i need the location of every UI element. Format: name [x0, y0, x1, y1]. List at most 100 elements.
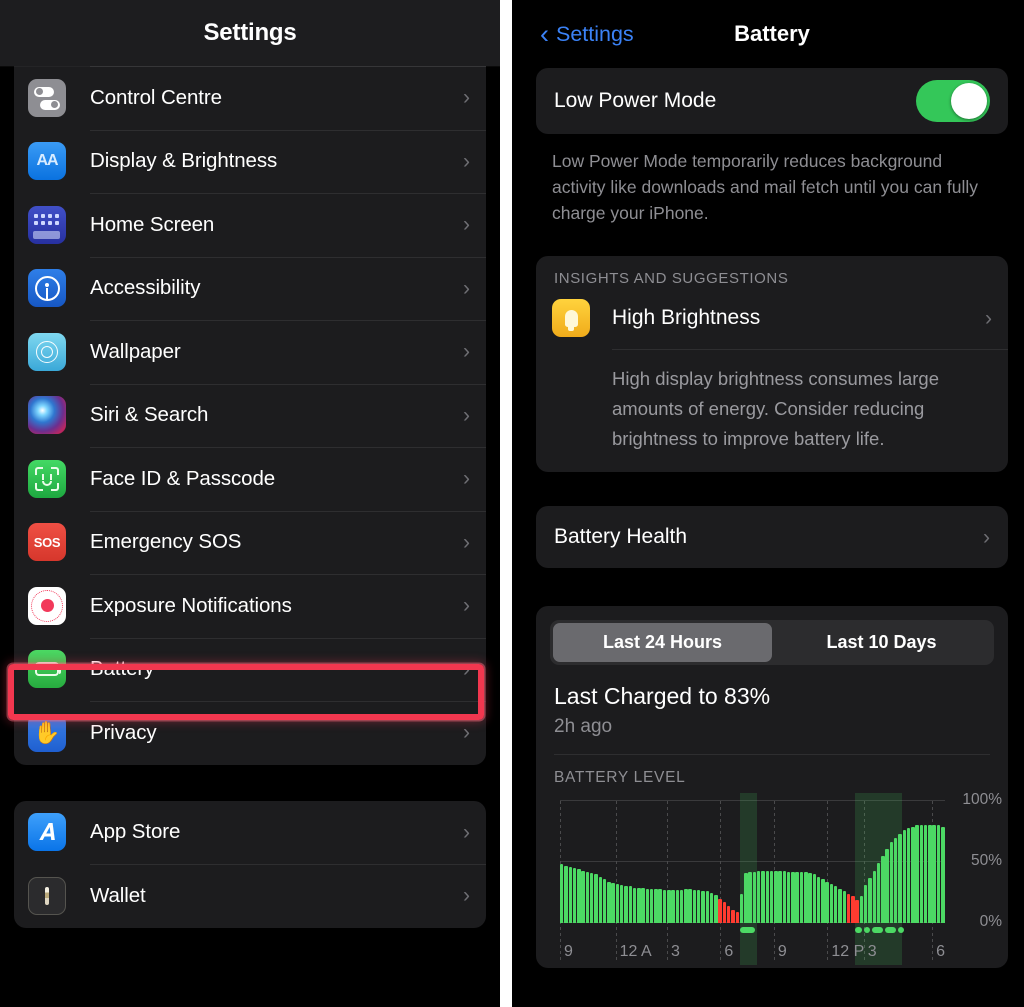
- chart-bar: [577, 869, 581, 923]
- segment-last-24-hours[interactable]: Last 24 Hours: [553, 623, 772, 662]
- chart-bar: [889, 842, 894, 923]
- sidebar-item-label: Privacy: [90, 720, 157, 744]
- chart-bar: [581, 870, 585, 923]
- chart-bar: [795, 871, 799, 923]
- back-button[interactable]: ‹ Settings: [540, 20, 634, 48]
- wallet-icon: [28, 876, 66, 915]
- battery-usage-card: Last 24 Hours Last 10 Days Last Charged …: [536, 606, 1008, 968]
- chart-bar: [851, 896, 855, 923]
- chart-x-axis-labels: 9 12 A 3 6 9 12 P36: [560, 943, 945, 965]
- sidebar-item-app-store[interactable]: 𝑨 App Store ›: [14, 801, 486, 865]
- chart-bar: [786, 871, 791, 923]
- chart-bar: [846, 893, 851, 923]
- face-id-icon: [28, 459, 66, 498]
- insight-high-brightness-row[interactable]: High Brightness ›: [536, 295, 1008, 349]
- chevron-right-icon: ›: [463, 530, 470, 554]
- chart-bar: [834, 886, 838, 923]
- low-power-mode-toggle[interactable]: [916, 80, 990, 122]
- sidebar-item-accessibility[interactable]: Accessibility ›: [14, 256, 486, 321]
- last-charged-title: Last Charged to 83%: [554, 683, 771, 709]
- chart-bar: [615, 883, 620, 923]
- chart-bar: [911, 826, 915, 923]
- chart-bar: [881, 855, 885, 923]
- chart-bar: [637, 887, 641, 923]
- chevron-right-icon: ›: [463, 340, 470, 364]
- sidebar-item-display-brightness[interactable]: AA Display & Brightness ›: [14, 129, 486, 194]
- chart-bar: [564, 865, 568, 923]
- usage-separator: [554, 754, 990, 755]
- segment-last-10-days[interactable]: Last 10 Days: [772, 623, 991, 662]
- chart-x-tick-label: 3: [867, 943, 877, 960]
- sidebar-item-emergency-sos[interactable]: SOS Emergency SOS ›: [14, 510, 486, 575]
- chart-plot-area: [560, 793, 945, 965]
- chart-bar: [589, 872, 594, 923]
- chart-bar: [645, 888, 650, 923]
- sidebar-item-label: Home Screen: [90, 212, 215, 236]
- sidebar-item-siri-search[interactable]: Siri & Search ›: [14, 383, 486, 448]
- chart-bar: [701, 891, 705, 923]
- sidebar-item-home-screen[interactable]: Home Screen ›: [14, 193, 486, 257]
- sidebar-item-exposure-notifications[interactable]: Exposure Notifications ›: [14, 574, 486, 638]
- chart-bar: [838, 888, 842, 923]
- settings-scroll-area[interactable]: Control Centre › AA Display & Brightness…: [0, 0, 500, 928]
- last-charged-subtitle: 2h ago: [554, 716, 613, 737]
- wallpaper-icon: [28, 332, 66, 371]
- chart-bar: [923, 825, 928, 923]
- chart-bar: [649, 888, 654, 923]
- chevron-right-icon: ›: [985, 306, 992, 330]
- chart-bar: [928, 825, 932, 923]
- chart-bar: [804, 871, 808, 923]
- low-power-mode-row[interactable]: Low Power Mode: [536, 68, 1008, 134]
- chart-x-tick-label: 6: [936, 943, 946, 960]
- battery-settings-screen: ‹ Settings Battery Low Power Mode Low Po…: [520, 0, 1024, 1007]
- chart-bar: [863, 885, 868, 923]
- chart-bar: [731, 909, 735, 923]
- chart-bar: [726, 905, 731, 923]
- sidebar-item-control-centre[interactable]: Control Centre ›: [14, 66, 486, 130]
- chart-charging-markers: [560, 927, 945, 934]
- sidebar-item-battery[interactable]: Battery ›: [14, 637, 486, 702]
- sidebar-item-label: Exposure Notifications: [90, 593, 292, 617]
- sidebar-item-privacy[interactable]: ✋ Privacy ›: [14, 701, 486, 765]
- back-button-label: Settings: [556, 21, 634, 46]
- control-centre-icon: [28, 78, 66, 117]
- chart-x-tick-label: 9: [564, 943, 573, 960]
- low-power-mode-label: Low Power Mode: [554, 89, 717, 112]
- battery-health-row[interactable]: Battery Health ›: [536, 506, 1008, 568]
- chart-bar: [919, 825, 924, 923]
- chart-bar: [718, 898, 722, 923]
- chart-bar: [598, 876, 603, 923]
- sidebar-item-label: Face ID & Passcode: [90, 466, 276, 490]
- chevron-right-icon: ›: [463, 467, 470, 491]
- chart-bar: [893, 837, 898, 923]
- chart-charging-marker: [855, 927, 862, 933]
- chart-bar: [915, 825, 919, 923]
- emergency-sos-icon-text: SOS: [33, 534, 61, 550]
- sidebar-item-face-id-passcode[interactable]: Face ID & Passcode ›: [14, 447, 486, 511]
- home-screen-icon: [28, 205, 66, 244]
- sidebar-item-label: Emergency SOS: [90, 530, 242, 554]
- time-range-segmented-control[interactable]: Last 24 Hours Last 10 Days: [550, 620, 994, 665]
- chart-bar: [739, 893, 744, 923]
- chevron-right-icon: ›: [463, 820, 470, 844]
- chart-bar: [692, 890, 697, 923]
- chevron-right-icon: ›: [463, 594, 470, 618]
- sidebar-item-label: Battery: [90, 657, 155, 681]
- sidebar-item-label: Accessibility: [90, 276, 201, 300]
- chart-bar: [782, 870, 787, 923]
- chart-bar: [709, 892, 714, 923]
- settings-group-primary: Control Centre › AA Display & Brightness…: [14, 44, 486, 765]
- battery-level-chart: 0% 50% 100% 9 12 A 3 6 9 12 P36: [536, 791, 1008, 968]
- sidebar-item-wallet[interactable]: Wallet ›: [14, 864, 486, 928]
- chart-bar: [825, 881, 829, 923]
- sidebar-item-label: Display & Brightness: [90, 149, 278, 173]
- chevron-right-icon: ›: [463, 657, 470, 681]
- sidebar-item-label: Wallpaper: [90, 339, 181, 363]
- sidebar-item-wallpaper[interactable]: Wallpaper ›: [14, 320, 486, 384]
- chart-x-tick-label: 12 P: [831, 943, 865, 960]
- lightbulb-icon: [552, 299, 590, 337]
- battery-health-card: Battery Health ›: [536, 506, 1008, 568]
- chart-x-tick-label: 6: [724, 943, 734, 960]
- chart-bar: [859, 896, 864, 923]
- chart-y-tick-label: 100%: [962, 791, 1002, 808]
